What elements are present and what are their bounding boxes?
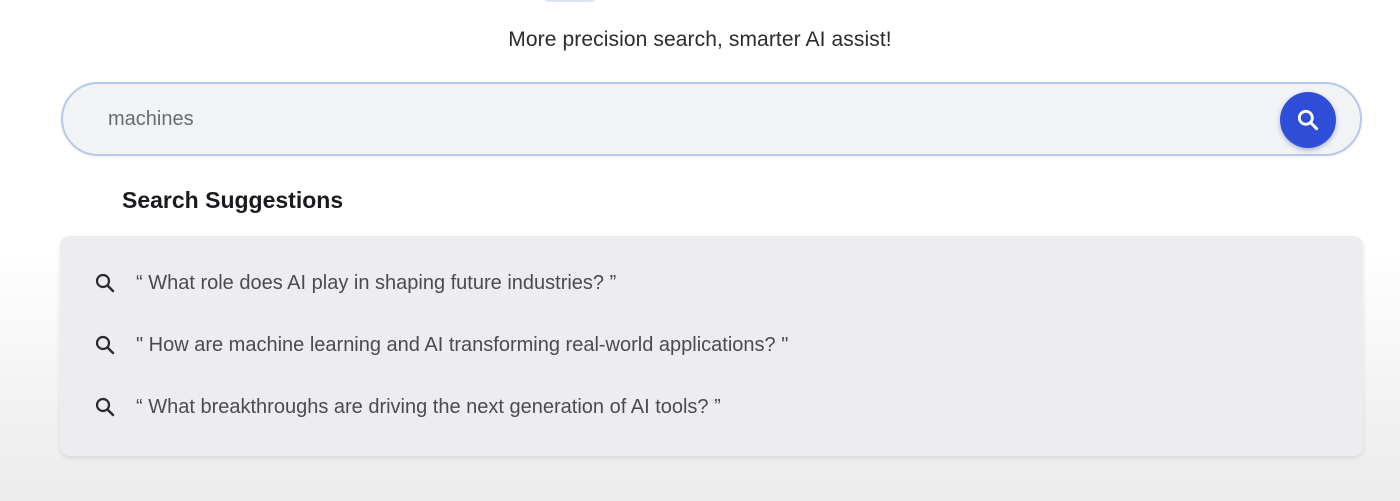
suggestion-item[interactable]: " How are machine learning and AI transf… [92,325,1292,365]
search-icon [92,270,118,296]
suggestions-panel: “ What role does AI play in shaping futu… [60,236,1363,456]
tagline: More precision search, smarter AI assist… [508,28,892,51]
suggestion-item[interactable]: “ What role does AI play in shaping futu… [92,263,1292,303]
suggestion-text: " How are machine learning and AI transf… [136,333,789,356]
search-icon [92,332,118,358]
suggestion-text: “ What role does AI play in shaping futu… [136,271,617,294]
search-icon [1297,109,1319,131]
suggestions-title: Search Suggestions [122,187,344,213]
suggestion-item[interactable]: “ What breakthroughs are driving the nex… [92,387,1292,427]
search-input[interactable] [108,100,1258,138]
search-icon [92,394,118,420]
logo-partial [540,0,600,2]
search-bar [61,82,1362,156]
search-button[interactable] [1280,92,1336,148]
suggestion-text: “ What breakthroughs are driving the nex… [136,395,721,418]
